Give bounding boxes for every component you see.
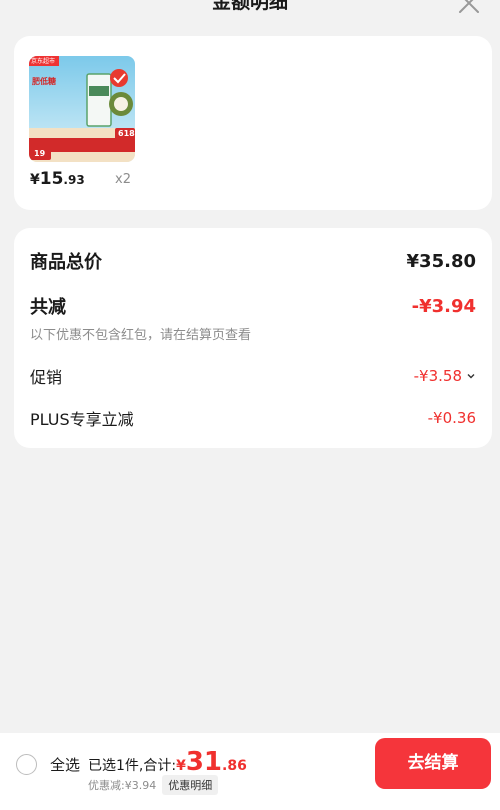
close-icon: [459, 0, 479, 13]
discount-note: 以下优惠不包含红包，请在结算页查看: [30, 328, 252, 343]
thumb-price: 19: [34, 149, 46, 158]
sheet-title: 金额明细: [211, 0, 288, 13]
product-thumbnail[interactable]: 京东超市 肥低糖 618 19: [29, 56, 135, 162]
total-row: 商品总价 ¥35.80: [30, 248, 476, 274]
thumb-brand: 京东超市: [31, 58, 56, 65]
promo-value: -¥3.58: [413, 367, 462, 385]
plus-value: -¥0.36: [427, 409, 476, 427]
product-card: 京东超市 肥低糖 618 19 ¥ 15 .93 x2: [14, 36, 492, 210]
plus-label: PLUS专享立减: [30, 410, 134, 429]
plus-row: PLUS专享立减 -¥0.36: [30, 406, 476, 430]
price-integer: 15: [39, 169, 64, 189]
amount-detail-sheet: 金额明细 京东超市 肥低糖 618 19 ¥ 15 .93 x2 商品总价 ¥3…: [0, 0, 500, 810]
price-currency: ¥: [30, 172, 40, 188]
discount-line: 优惠减:¥3.94 优惠明细: [88, 775, 219, 795]
product-price: ¥ 15 .93: [30, 169, 85, 189]
product-quantity: x2: [115, 172, 131, 187]
reduce-row: 共减 -¥3.94: [30, 293, 476, 319]
discount-text: 优惠减:¥3.94: [88, 779, 157, 792]
total-integer: 31: [185, 747, 223, 777]
promo-row[interactable]: 促销 -¥3.58: [30, 364, 476, 388]
promo-label: 促销: [30, 368, 63, 387]
product-image: [29, 56, 135, 162]
select-all-label[interactable]: 全选: [50, 754, 80, 775]
close-button[interactable]: [456, 0, 482, 16]
reduce-label: 共减: [30, 297, 66, 318]
checkout-button[interactable]: 去结算: [375, 738, 491, 789]
reduce-value: -¥3.94: [411, 295, 476, 317]
sheet-header: 金额明细: [0, 0, 500, 28]
total-currency: ¥: [176, 758, 186, 774]
price-summary-card: 商品总价 ¥35.80 共减 -¥3.94 以下优惠不包含红包，请在结算页查看 …: [14, 228, 492, 448]
total-label: 商品总价: [30, 252, 102, 273]
selected-text: 已选1件,合计:: [88, 758, 177, 774]
selected-total: 已选1件,合计: ¥ 31 .86: [88, 749, 247, 775]
thumb-promo: 肥低糖: [32, 77, 56, 86]
total-value: ¥35.80: [406, 250, 476, 272]
checkout-bar: 全选 已选1件,合计: ¥ 31 .86 优惠减:¥3.94 优惠明细 去结算: [0, 733, 500, 810]
discount-detail-button[interactable]: 优惠明细: [162, 775, 219, 795]
chevron-down-icon: [467, 374, 475, 379]
promo-value-group: -¥3.58: [414, 367, 476, 385]
total-decimal: .86: [222, 758, 247, 774]
price-decimal: .93: [63, 173, 85, 187]
thumb-tag: 618: [118, 129, 135, 138]
select-all-radio[interactable]: [16, 754, 37, 775]
